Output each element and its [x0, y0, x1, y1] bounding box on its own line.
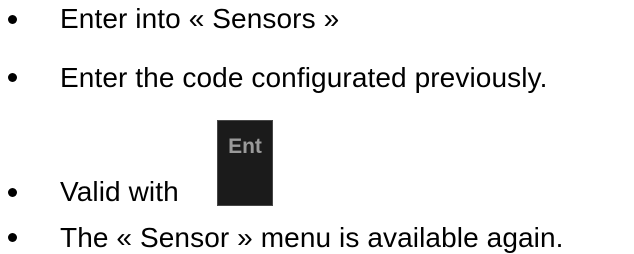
- ent-key-button: Ent: [217, 120, 273, 206]
- bullet-icon: [8, 188, 17, 197]
- instruction-text: Enter into « Sensors »: [60, 3, 340, 34]
- instruction-text: Valid with: [60, 176, 179, 207]
- instruction-text: The « Sensor » menu is available again.: [60, 222, 564, 253]
- instruction-list: Enter into « Sensors » Enter the code co…: [0, 0, 634, 253]
- bullet-icon: [8, 15, 17, 24]
- instruction-text: Enter the code configurated previously.: [60, 62, 548, 93]
- bullet-icon: [8, 73, 17, 82]
- bullet-icon: [8, 233, 17, 242]
- ent-key-label: Ent: [228, 135, 262, 158]
